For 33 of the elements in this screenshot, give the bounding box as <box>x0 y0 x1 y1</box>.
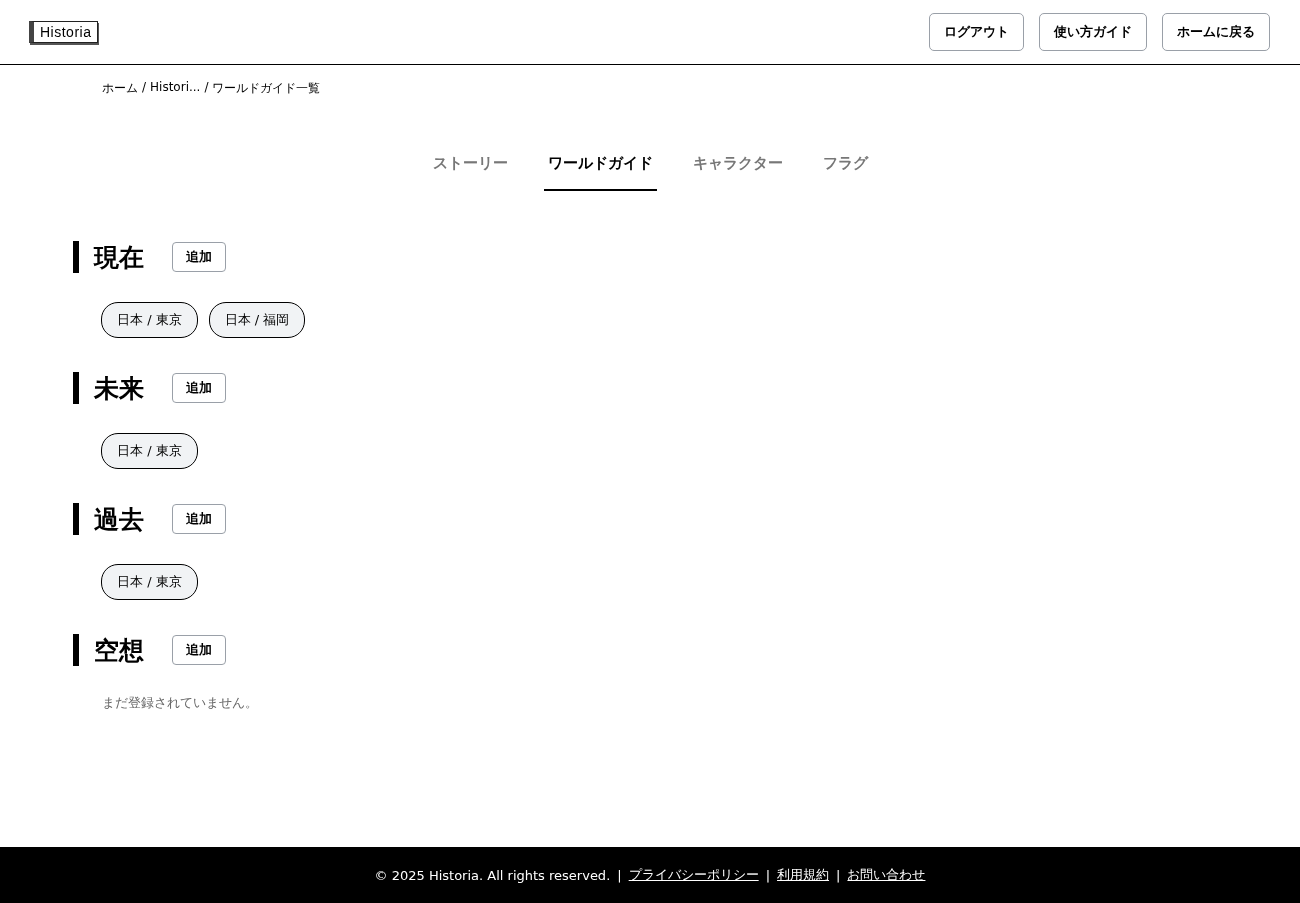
tab[interactable]: フラグ <box>818 146 872 191</box>
footer-separator: | <box>836 867 841 883</box>
breadcrumb-link[interactable]: ホーム <box>102 80 138 100</box>
add-button[interactable]: 追加 <box>172 373 226 403</box>
footer-separator: | <box>617 867 622 883</box>
section-title: 未来 <box>94 372 144 405</box>
footer-link[interactable]: 利用規約 <box>777 866 830 884</box>
add-button[interactable]: 追加 <box>172 635 226 665</box>
tab[interactable]: ストーリー <box>428 146 512 191</box>
header-button[interactable]: ログアウト <box>929 13 1024 51</box>
header-button[interactable]: 使い方ガイド <box>1039 13 1147 51</box>
tab[interactable]: ワールドガイド <box>543 146 657 191</box>
location-tag[interactable]: 日本 / 東京 <box>101 564 198 600</box>
empty-message: まだ登録されていません。 <box>101 694 259 712</box>
header-button[interactable]: ホームに戻る <box>1162 13 1270 51</box>
location-tag[interactable]: 日本 / 東京 <box>101 302 198 338</box>
logo[interactable]: Historia <box>29 21 99 43</box>
breadcrumb-link[interactable]: Histori... <box>150 80 201 100</box>
breadcrumb-separator: / <box>204 80 209 96</box>
breadcrumb-separator: / <box>142 80 147 96</box>
section-title: 現在 <box>94 241 144 274</box>
footer-separator: | <box>765 867 771 883</box>
tab[interactable]: キャラクター <box>688 146 787 191</box>
add-button[interactable]: 追加 <box>172 504 226 534</box>
copyright-text: © 2025 Historia. All rights reserved. <box>374 867 611 883</box>
section-title: 過去 <box>94 503 144 536</box>
footer-link[interactable]: お問い合わせ <box>847 866 926 884</box>
add-button[interactable]: 追加 <box>172 242 226 272</box>
section-title: 空想 <box>94 634 144 667</box>
location-tag[interactable]: 日本 / 福岡 <box>208 302 306 338</box>
location-tag[interactable]: 日本 / 東京 <box>101 433 198 469</box>
footer-link[interactable]: プライバシーポリシー <box>628 866 759 884</box>
breadcrumb-current: ワールドガイド一覧 <box>212 80 321 97</box>
